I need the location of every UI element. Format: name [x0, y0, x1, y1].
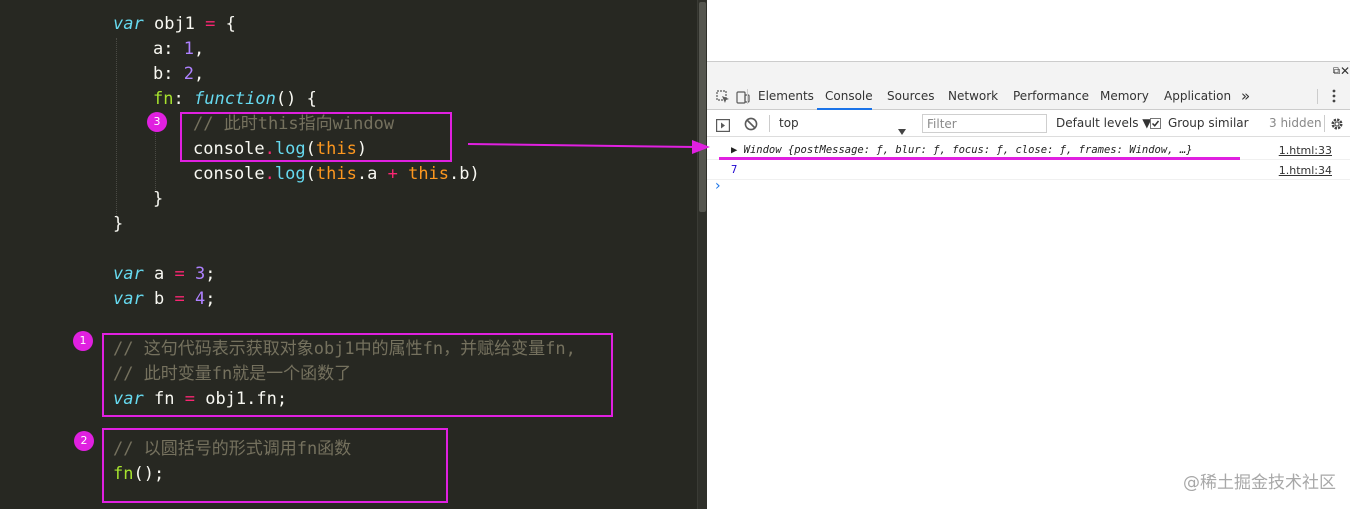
code-token: 3 — [194, 264, 206, 284]
code-token: a — [153, 264, 165, 284]
code-token: , — [194, 39, 205, 59]
inspect-element-icon[interactable] — [716, 89, 730, 103]
badge-3: 3 — [147, 112, 167, 132]
code-token: : — [163, 64, 174, 84]
code-token: } — [153, 189, 164, 209]
code-line: } — [153, 187, 163, 212]
tab-performance[interactable]: Performance — [1013, 83, 1089, 110]
code-token: b — [459, 164, 470, 184]
tab-separator — [747, 89, 748, 104]
highlight-box-this — [180, 112, 452, 162]
console-log-row[interactable]: 7 1.html:34 — [707, 160, 1350, 180]
code-token: . — [449, 164, 460, 184]
undock-icon[interactable]: ⧉ — [1333, 66, 1340, 77]
context-dropdown-arrow-icon[interactable] — [898, 120, 906, 135]
code-token: ) — [469, 164, 480, 184]
code-token: var — [113, 289, 144, 309]
code-token: this — [315, 164, 357, 184]
group-similar-label[interactable]: Group similar — [1168, 110, 1249, 137]
code-line: var obj1 = { — [113, 12, 236, 37]
tab-application[interactable]: Application — [1164, 83, 1231, 110]
tab-sources[interactable]: Sources — [887, 83, 934, 110]
toolbar-separator — [1324, 115, 1325, 132]
code-line: a: 1, — [153, 37, 204, 62]
code-token: obj1 — [153, 14, 195, 34]
code-token: = — [174, 264, 185, 284]
context-selector[interactable]: top — [779, 110, 799, 137]
group-similar-checkbox[interactable] — [1150, 118, 1161, 129]
tab-network[interactable]: Network — [948, 83, 998, 110]
console-toolbar: top Default levels ▼ Group similar 3 hid… — [707, 110, 1350, 137]
highlight-box-call — [102, 428, 448, 503]
code-line: b: 2, — [153, 62, 204, 87]
code-token: } — [113, 214, 124, 234]
code-line: var a = 3; — [113, 262, 215, 287]
console-prompt[interactable]: › — [715, 178, 721, 194]
code-token: ; — [205, 289, 216, 309]
sidebar-toggle-icon[interactable] — [716, 117, 731, 133]
devtools-tabbar: Elements Console Sources Network Perform… — [707, 83, 1350, 110]
kebab-menu-icon[interactable] — [1332, 88, 1336, 104]
tab-memory[interactable]: Memory — [1100, 83, 1149, 110]
code-token: . — [264, 164, 275, 184]
code-token: : — [163, 39, 174, 59]
code-token: a — [153, 39, 164, 59]
log-source-link[interactable]: 1.html:34 — [1279, 164, 1332, 177]
watermark: @稀土掘金技术社区 — [1183, 473, 1336, 493]
tab-elements[interactable]: Elements — [758, 83, 814, 110]
code-token: this — [408, 164, 450, 184]
console-output[interactable]: ▶ Window {postMessage: ƒ, blur: ƒ, focus… — [707, 138, 1350, 509]
code-token: 1 — [183, 39, 194, 59]
highlight-box-assignment — [102, 333, 613, 417]
filter-input[interactable] — [922, 114, 1047, 133]
code-line: console.log(this.a + this.b) — [193, 162, 480, 187]
code-line: fn: function() { — [153, 87, 317, 112]
devtools-panel: ⧉ ✕ Elements Console Sources Network Per… — [707, 0, 1350, 509]
toolbar-separator — [769, 115, 770, 132]
code-line: } — [113, 212, 123, 237]
devtools-dock-bar: ⧉ ✕ — [707, 61, 1350, 83]
editor-scrollbar-thumb[interactable] — [699, 2, 706, 212]
more-tabs-button[interactable]: » — [1241, 83, 1250, 110]
code-token: console — [193, 164, 265, 184]
indent-guide — [116, 38, 117, 218]
code-token: , — [194, 64, 205, 84]
code-token: () { — [275, 89, 317, 109]
code-token: : — [173, 89, 184, 109]
code-line: var b = 4; — [113, 287, 215, 312]
code-token: var — [113, 14, 144, 34]
code-token: log — [274, 164, 306, 184]
gear-icon[interactable] — [1330, 116, 1344, 130]
code-token: = — [205, 14, 216, 34]
tab-console[interactable]: Console — [825, 83, 873, 110]
code-token: 2 — [183, 64, 194, 84]
default-levels-dropdown[interactable]: Default levels ▼ — [1056, 110, 1152, 137]
badge-1: 1 — [73, 331, 93, 351]
code-token: + — [387, 164, 398, 184]
code-token: fn — [153, 89, 174, 109]
code-token: b — [153, 64, 164, 84]
code-token: b — [153, 289, 165, 309]
code-token: 4 — [194, 289, 206, 309]
code-editor[interactable]: var obj1 = { a: 1, b: 2, fn: function() … — [0, 0, 697, 509]
code-token: ( — [305, 164, 316, 184]
tab-separator — [1317, 89, 1318, 104]
code-token: = — [174, 289, 185, 309]
hidden-count: 3 hidden — [1269, 116, 1322, 130]
code-token: . — [356, 164, 368, 184]
code-token: var — [113, 264, 144, 284]
code-token: function — [193, 89, 276, 109]
close-icon[interactable]: ✕ — [1340, 64, 1350, 78]
log-message: 7 — [731, 164, 738, 176]
log-source-link[interactable]: 1.html:33 — [1279, 144, 1332, 157]
code-token: { — [225, 14, 236, 34]
badge-2: 2 — [74, 431, 94, 451]
log-message[interactable]: ▶ Window {postMessage: ƒ, blur: ƒ, focus… — [731, 144, 1192, 156]
clear-console-icon[interactable] — [744, 116, 758, 131]
editor-scrollbar[interactable] — [697, 0, 707, 509]
code-token: a — [367, 164, 378, 184]
code-token: ; — [205, 264, 216, 284]
